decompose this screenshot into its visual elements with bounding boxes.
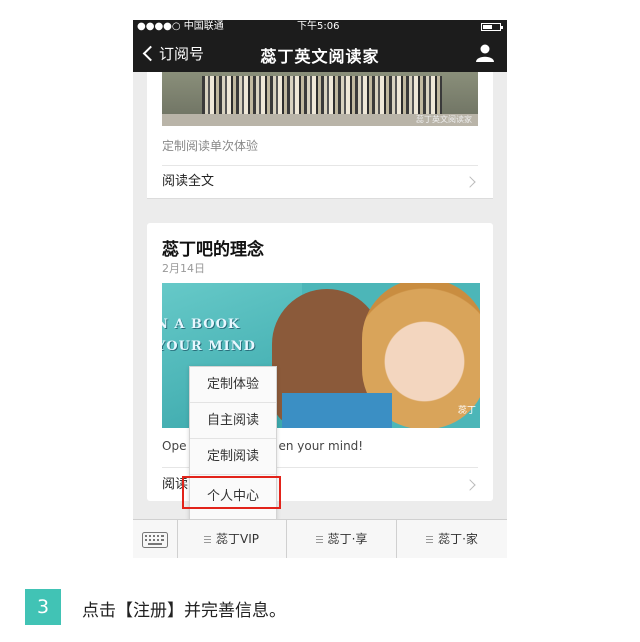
- excerpt-right: en your mind!: [278, 439, 364, 453]
- tab-label: 蕊丁VIP: [216, 532, 259, 546]
- highlight-annotation-box: [182, 476, 281, 509]
- cover-text-line-1: N A BOOK: [162, 317, 241, 332]
- cover-text-line-2: YOUR MIND: [162, 339, 256, 354]
- step-instruction: 点击【注册】并完善信息。: [82, 601, 286, 621]
- status-bar: ●●●●○ 中国联通 下午5:06: [133, 20, 507, 34]
- article-subtitle: 定制阅读单次体验: [162, 139, 259, 153]
- article-title: 蕊丁吧的理念: [162, 240, 264, 260]
- cover-shirt: [282, 393, 392, 428]
- menu-item-custom-trial[interactable]: 定制体验: [190, 367, 276, 403]
- phone-screenshot: ●●●●○ 中国联通 下午5:06 订阅号 蕊丁英文阅读家 蕊丁英文阅读家 定制…: [133, 20, 507, 558]
- cover-watermark: 蕊丁: [457, 406, 476, 416]
- menu-lines-icon: [204, 536, 211, 543]
- chevron-right-icon: [464, 479, 476, 491]
- excerpt-left: Ope: [162, 439, 187, 453]
- article-image-bookshelf: 蕊丁英文阅读家: [162, 72, 478, 126]
- menu-item-custom-reading[interactable]: 定制阅读: [190, 439, 276, 475]
- step-number-badge: 3: [25, 589, 61, 625]
- bookshelf-books: [202, 76, 442, 114]
- tab-rainding-home[interactable]: 蕊丁·家: [397, 520, 507, 558]
- menu-lines-icon: [315, 536, 323, 543]
- image-watermark: 蕊丁英文阅读家: [416, 115, 472, 124]
- read-full-label: 阅读全文: [162, 174, 215, 189]
- menu-item-self-reading[interactable]: 自主阅读: [190, 403, 276, 439]
- battery-icon: [481, 23, 503, 31]
- keyboard-toggle-button[interactable]: [133, 520, 178, 558]
- tab-rainding-vip[interactable]: 蕊丁VIP: [177, 520, 287, 558]
- menu-lines-icon: [426, 536, 434, 543]
- page-title: 蕊丁英文阅读家: [260, 47, 380, 66]
- status-time: 下午5:06: [297, 21, 340, 32]
- user-profile-icon[interactable]: [475, 44, 495, 62]
- article-card-1[interactable]: 蕊丁英文阅读家 定制阅读单次体验 阅读全文: [147, 72, 493, 199]
- bottom-menu-bar: 蕊丁VIP 蕊丁·享 蕊丁·家: [133, 519, 507, 558]
- tab-label: 蕊丁·享: [327, 532, 368, 546]
- chevron-right-icon: [464, 176, 476, 188]
- keyboard-icon: [142, 532, 168, 548]
- nav-bar: 订阅号 蕊丁英文阅读家: [133, 34, 507, 72]
- carrier-signal: ●●●●○ 中国联通: [137, 21, 224, 32]
- read-full-article-link[interactable]: 阅读全文: [162, 166, 478, 198]
- tab-rainding-share[interactable]: 蕊丁·享: [287, 520, 397, 558]
- article-date: 2月14日: [162, 262, 205, 275]
- tab-label: 蕊丁·家: [438, 532, 478, 546]
